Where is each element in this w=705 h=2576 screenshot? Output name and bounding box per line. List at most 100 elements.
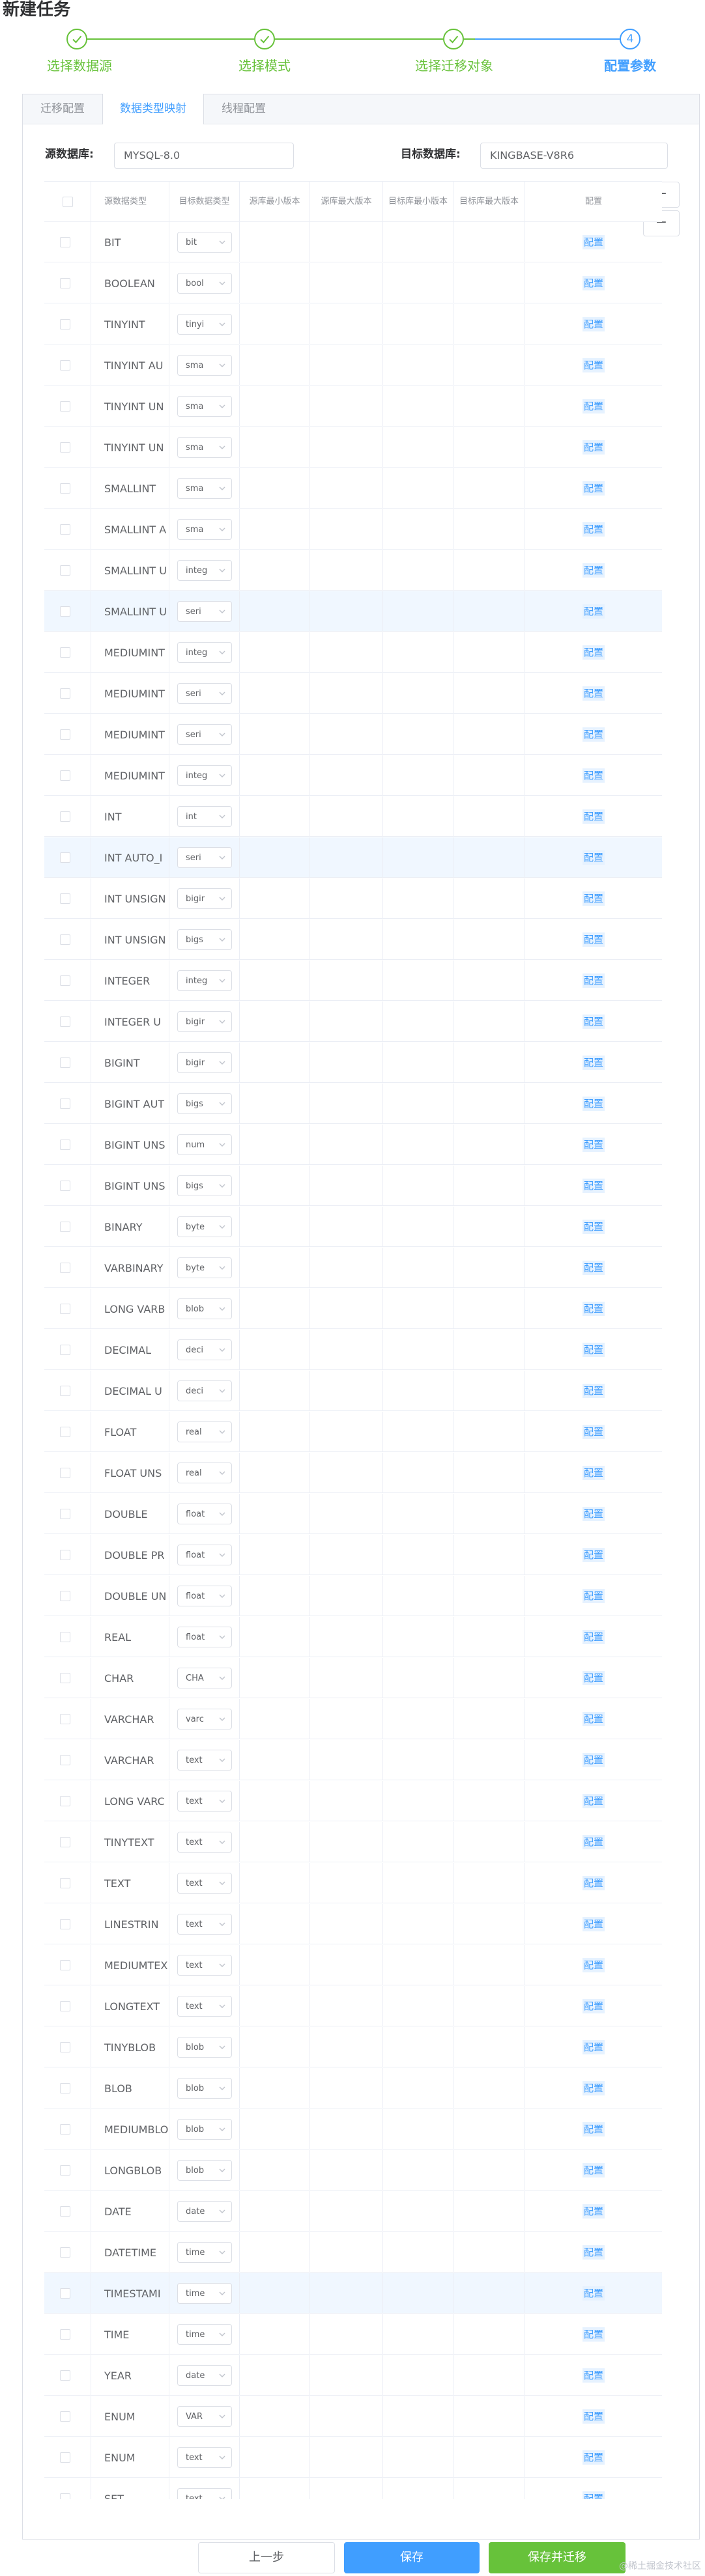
- tgt-min-cell[interactable]: [383, 1289, 453, 1329]
- src-min-cell[interactable]: [240, 1535, 310, 1575]
- config-link[interactable]: 配置: [582, 2286, 605, 2301]
- src-max-cell[interactable]: [310, 878, 383, 919]
- row-checkbox[interactable]: [60, 2083, 70, 2093]
- row-checkbox[interactable]: [60, 1057, 70, 1068]
- tgt-min-cell[interactable]: [383, 1945, 453, 1985]
- tgt-max-cell[interactable]: [453, 755, 525, 796]
- tgt-max-cell[interactable]: [453, 509, 525, 550]
- config-link[interactable]: 配置: [582, 850, 605, 865]
- tgt-min-cell[interactable]: [383, 1740, 453, 1780]
- src-min-cell[interactable]: [240, 1863, 310, 1903]
- src-min-cell[interactable]: [240, 1822, 310, 1862]
- tgt-max-cell[interactable]: [453, 919, 525, 960]
- src-min-cell[interactable]: [240, 550, 310, 591]
- prev-step-button[interactable]: 上一步: [198, 2542, 335, 2573]
- row-checkbox[interactable]: [60, 1099, 70, 1109]
- target-type-select[interactable]: byte: [177, 1257, 232, 1278]
- config-link[interactable]: 配置: [582, 2040, 605, 2054]
- src-min-cell[interactable]: [240, 878, 310, 919]
- tgt-max-cell[interactable]: [453, 1248, 525, 1288]
- target-type-select[interactable]: bigir: [177, 1011, 232, 1032]
- target-type-select[interactable]: sma: [177, 478, 232, 499]
- target-type-select[interactable]: text: [177, 1750, 232, 1771]
- tgt-min-cell[interactable]: [383, 386, 453, 427]
- row-checkbox[interactable]: [60, 2124, 70, 2135]
- row-checkbox[interactable]: [60, 811, 70, 822]
- row-checkbox[interactable]: [60, 2165, 70, 2176]
- tgt-max-cell[interactable]: [453, 2355, 525, 2396]
- config-link[interactable]: 配置: [582, 2368, 605, 2383]
- target-type-select[interactable]: num: [177, 1134, 232, 1155]
- tgt-min-cell[interactable]: [383, 509, 453, 550]
- config-link[interactable]: 配置: [582, 1220, 605, 1234]
- tgt-max-cell[interactable]: [453, 714, 525, 755]
- src-min-cell[interactable]: [240, 2191, 310, 2232]
- src-min-cell[interactable]: [240, 304, 310, 344]
- config-link[interactable]: 配置: [582, 809, 605, 824]
- target-type-select[interactable]: deci: [177, 1380, 232, 1401]
- src-min-cell[interactable]: [240, 222, 310, 262]
- config-link[interactable]: 配置: [582, 2327, 605, 2342]
- src-min-cell[interactable]: [240, 796, 310, 837]
- row-checkbox[interactable]: [60, 1345, 70, 1355]
- target-type-select[interactable]: sma: [177, 355, 232, 376]
- src-min-cell[interactable]: [240, 1781, 310, 1821]
- src-min-cell[interactable]: [240, 632, 310, 673]
- row-checkbox[interactable]: [60, 975, 70, 986]
- target-type-select[interactable]: real: [177, 1421, 232, 1442]
- row-checkbox[interactable]: [60, 2206, 70, 2217]
- tgt-max-cell[interactable]: [453, 550, 525, 591]
- target-type-select[interactable]: text: [177, 1832, 232, 1853]
- src-max-cell[interactable]: [310, 1289, 383, 1329]
- row-checkbox[interactable]: [60, 1837, 70, 1847]
- src-max-cell[interactable]: [310, 550, 383, 591]
- config-link[interactable]: 配置: [582, 2245, 605, 2260]
- row-checkbox[interactable]: [60, 1263, 70, 1273]
- tgt-max-cell[interactable]: [453, 632, 525, 673]
- config-link[interactable]: 配置: [582, 2122, 605, 2136]
- tgt-max-cell[interactable]: [453, 837, 525, 878]
- row-checkbox[interactable]: [60, 1427, 70, 1437]
- src-max-cell[interactable]: [310, 2437, 383, 2478]
- tgt-max-cell[interactable]: [453, 222, 525, 262]
- tgt-max-cell[interactable]: [453, 1494, 525, 1534]
- target-type-select[interactable]: float: [177, 1545, 232, 1565]
- src-max-cell[interactable]: [310, 468, 383, 509]
- src-max-cell[interactable]: [310, 1576, 383, 1616]
- config-link[interactable]: 配置: [582, 2450, 605, 2465]
- src-min-cell[interactable]: [240, 960, 310, 1001]
- tgt-min-cell[interactable]: [383, 263, 453, 303]
- config-link[interactable]: 配置: [582, 481, 605, 496]
- row-checkbox[interactable]: [60, 2493, 70, 2499]
- tgt-min-cell[interactable]: [383, 1863, 453, 1903]
- tgt-max-cell[interactable]: [453, 2273, 525, 2314]
- tgt-min-cell[interactable]: [383, 714, 453, 755]
- src-max-cell[interactable]: [310, 1822, 383, 1862]
- src-min-cell[interactable]: [240, 2027, 310, 2067]
- target-type-select[interactable]: blob: [177, 2160, 232, 2181]
- target-type-select[interactable]: integ: [177, 765, 232, 786]
- src-max-cell[interactable]: [310, 796, 383, 837]
- tgt-min-cell[interactable]: [383, 2314, 453, 2355]
- tgt-max-cell[interactable]: [453, 2437, 525, 2478]
- config-link[interactable]: 配置: [582, 2081, 605, 2095]
- src-max-cell[interactable]: [310, 304, 383, 344]
- src-min-cell[interactable]: [240, 755, 310, 796]
- target-type-select[interactable]: bigs: [177, 1093, 232, 1114]
- src-max-cell[interactable]: [310, 263, 383, 303]
- target-db-input[interactable]: KINGBASE-V8R6: [480, 143, 668, 169]
- target-type-select[interactable]: text: [177, 2488, 232, 2499]
- src-max-cell[interactable]: [310, 1166, 383, 1206]
- tgt-min-cell[interactable]: [383, 1001, 453, 1042]
- src-min-cell[interactable]: [240, 509, 310, 550]
- src-max-cell[interactable]: [310, 1001, 383, 1042]
- target-type-select[interactable]: bool: [177, 273, 232, 294]
- src-min-cell[interactable]: [240, 1699, 310, 1739]
- tgt-max-cell[interactable]: [453, 1412, 525, 1452]
- src-max-cell[interactable]: [310, 755, 383, 796]
- tgt-min-cell[interactable]: [383, 1125, 453, 1165]
- src-min-cell[interactable]: [240, 2437, 310, 2478]
- tgt-max-cell[interactable]: [453, 2232, 525, 2273]
- src-min-cell[interactable]: [240, 1658, 310, 1698]
- config-link[interactable]: 配置: [582, 1261, 605, 1275]
